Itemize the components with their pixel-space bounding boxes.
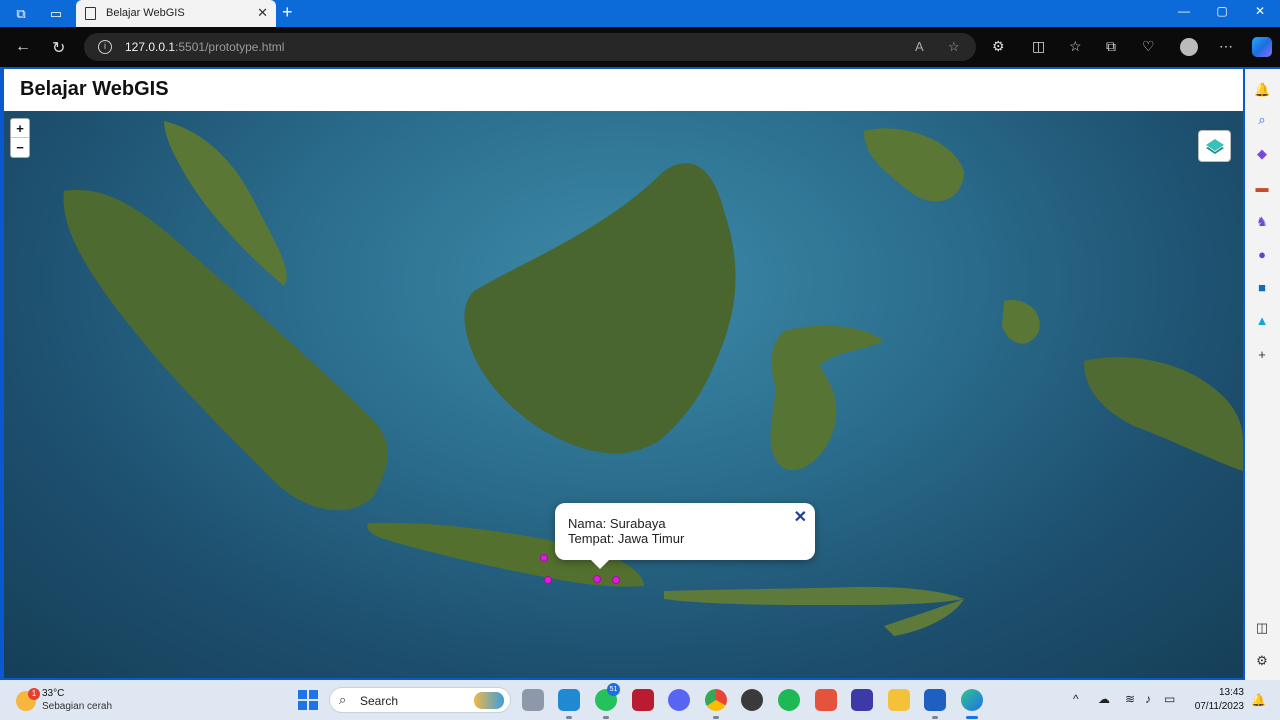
spotify-icon[interactable] xyxy=(778,689,800,711)
volume-icon[interactable]: ♪ xyxy=(1145,692,1151,706)
zoom-out-button[interactable]: − xyxy=(11,138,29,157)
file-explorer-icon[interactable] xyxy=(888,689,910,711)
map-marker[interactable] xyxy=(540,554,548,562)
battery-icon[interactable]: ▭ xyxy=(1164,692,1175,706)
site-info-icon[interactable]: i xyxy=(98,40,112,54)
add-sidebar-app-icon[interactable]: + xyxy=(1254,347,1270,363)
philippines-land xyxy=(864,128,964,202)
search-highlight-image xyxy=(474,692,504,709)
more-menu-icon[interactable]: ⋯ xyxy=(1219,38,1233,55)
page-icon xyxy=(85,7,96,20)
vscode-icon[interactable] xyxy=(558,689,580,719)
edge-icon[interactable] xyxy=(961,689,983,719)
layers-icon xyxy=(1206,139,1224,154)
popup-close-button[interactable]: ✕ xyxy=(794,507,807,527)
app-blue-icon[interactable] xyxy=(851,689,873,711)
collections-icon[interactable]: ⧉ xyxy=(1106,38,1116,55)
page-title: Belajar WebGIS xyxy=(20,78,169,100)
clock-time: 13:43 xyxy=(1218,687,1244,698)
outlook-icon[interactable]: ■ xyxy=(1254,280,1270,296)
page-header: Belajar WebGIS xyxy=(4,69,1243,111)
maximize-icon[interactable]: ▢ xyxy=(1212,4,1232,18)
favorites-icon[interactable]: ☆ xyxy=(1069,38,1082,55)
system-clock[interactable]: 13:43 07/11/2023 xyxy=(1190,686,1244,714)
marker-popup: Nama: Surabaya Tempat: Jawa Timur ✕ xyxy=(555,503,815,569)
tools-icon[interactable]: ▬ xyxy=(1254,180,1270,196)
sidebar-layout-icon[interactable]: ◫ xyxy=(1254,620,1270,636)
obs-icon[interactable] xyxy=(741,689,763,711)
weather-description: Sebagian cerah xyxy=(42,701,113,712)
search-icon[interactable]: ⌕ xyxy=(1254,112,1270,128)
popup-tip xyxy=(591,560,609,569)
wifi-icon[interactable]: ≋ xyxy=(1125,692,1135,706)
sidebar-settings-icon[interactable]: ⚙ xyxy=(1254,653,1270,669)
browser-essentials-icon[interactable]: ♡ xyxy=(1142,38,1155,55)
app-power-icon[interactable] xyxy=(815,689,837,711)
office-icon[interactable]: ● xyxy=(1254,247,1270,263)
maluku-land xyxy=(1002,300,1040,344)
address-bar[interactable]: i 127.0.0.1:5501/prototype.html A ☆ xyxy=(84,33,976,61)
profile-avatar[interactable] xyxy=(1180,38,1198,56)
weather-temperature: 33°C xyxy=(42,688,65,699)
map-marker[interactable] xyxy=(593,575,601,583)
layer-control-button[interactable] xyxy=(1198,130,1231,162)
weather-badge: 1 xyxy=(28,688,40,700)
url-text: 127.0.0.1:5501/prototype.html xyxy=(125,40,285,54)
close-window-icon[interactable]: ✕ xyxy=(1250,4,1270,18)
copilot-icon[interactable] xyxy=(1252,37,1272,57)
zoom-control: + − xyxy=(10,118,30,158)
title-bar: ⧉ ▭ Belajar WebGIS ✕ + — ▢ ✕ xyxy=(0,0,1280,27)
games-icon[interactable]: ♞ xyxy=(1254,214,1270,230)
nusa-tenggara-land xyxy=(664,586,964,606)
notification-bell-icon[interactable]: 🔔 xyxy=(1254,82,1270,98)
popup-name-text: Nama: Surabaya xyxy=(568,516,666,531)
split-screen-icon[interactable]: ◫ xyxy=(1032,38,1045,55)
back-icon[interactable]: ← xyxy=(15,38,31,56)
drop-icon[interactable]: ▲ xyxy=(1254,313,1270,329)
new-tab-button[interactable]: + xyxy=(282,2,293,23)
web-page: Belajar WebGIS + − Nama: Surabaya Tempat… xyxy=(4,69,1243,678)
chrome-icon[interactable] xyxy=(705,689,727,719)
search-icon: ⌕ xyxy=(339,692,347,707)
map-view[interactable]: + − Nama: Surabaya Tempat: Jawa Timur ✕ xyxy=(4,111,1243,678)
minimize-icon[interactable]: — xyxy=(1174,4,1194,18)
timor-land xyxy=(884,599,964,636)
clock-date: 07/11/2023 xyxy=(1194,701,1244,712)
whatsapp-icon[interactable]: 51 xyxy=(595,683,620,719)
start-button[interactable] xyxy=(298,690,318,710)
task-view-icon[interactable] xyxy=(522,689,544,711)
zoom-in-button[interactable]: + xyxy=(11,119,29,138)
extensions-icon[interactable]: ⚙ xyxy=(992,38,1005,55)
tab-actions-icon[interactable]: ▭ xyxy=(47,5,65,23)
favorite-star-icon[interactable]: ☆ xyxy=(948,39,960,55)
popup-place-text: Tempat: Jawa Timur xyxy=(568,531,685,546)
map-marker[interactable] xyxy=(612,576,620,584)
browser-toolbar: ← ↻ i 127.0.0.1:5501/prototype.html A ☆ xyxy=(0,27,1280,67)
search-label: Search xyxy=(360,694,399,708)
discord-icon[interactable] xyxy=(668,689,690,711)
taskbar: 1 33°C Sebagian cerah ⌕ Search 51 ^ ☁ ≋ … xyxy=(0,680,1280,720)
read-aloud-icon[interactable]: A xyxy=(915,39,924,54)
taskbar-search[interactable]: ⌕ Search xyxy=(329,687,511,713)
app-red-icon[interactable] xyxy=(632,689,654,711)
borneo-land xyxy=(464,163,736,454)
word-icon[interactable] xyxy=(924,689,946,719)
notification-icon[interactable]: 🔔 xyxy=(1251,693,1266,707)
workspaces-icon[interactable]: ⧉ xyxy=(12,5,30,23)
edge-sidebar: 🔔 ⌕ ◆ ▬ ♞ ● ■ ▲ + ◫ ⚙ xyxy=(1245,69,1280,680)
tab-title: Belajar WebGIS xyxy=(106,7,185,19)
close-tab-icon[interactable]: ✕ xyxy=(257,5,268,21)
onedrive-icon[interactable]: ☁ xyxy=(1098,692,1110,706)
satellite-basemap xyxy=(63,121,1243,636)
tray-overflow-icon[interactable]: ^ xyxy=(1073,692,1079,706)
map-marker[interactable] xyxy=(544,576,552,584)
tab-belajar-webgis[interactable]: Belajar WebGIS ✕ xyxy=(76,0,276,27)
shopping-tag-icon[interactable]: ◆ xyxy=(1254,146,1270,162)
sulawesi-land xyxy=(770,325,884,471)
refresh-icon[interactable]: ↻ xyxy=(52,38,65,58)
papua-land xyxy=(1084,357,1243,471)
sumatra-land xyxy=(63,189,388,511)
